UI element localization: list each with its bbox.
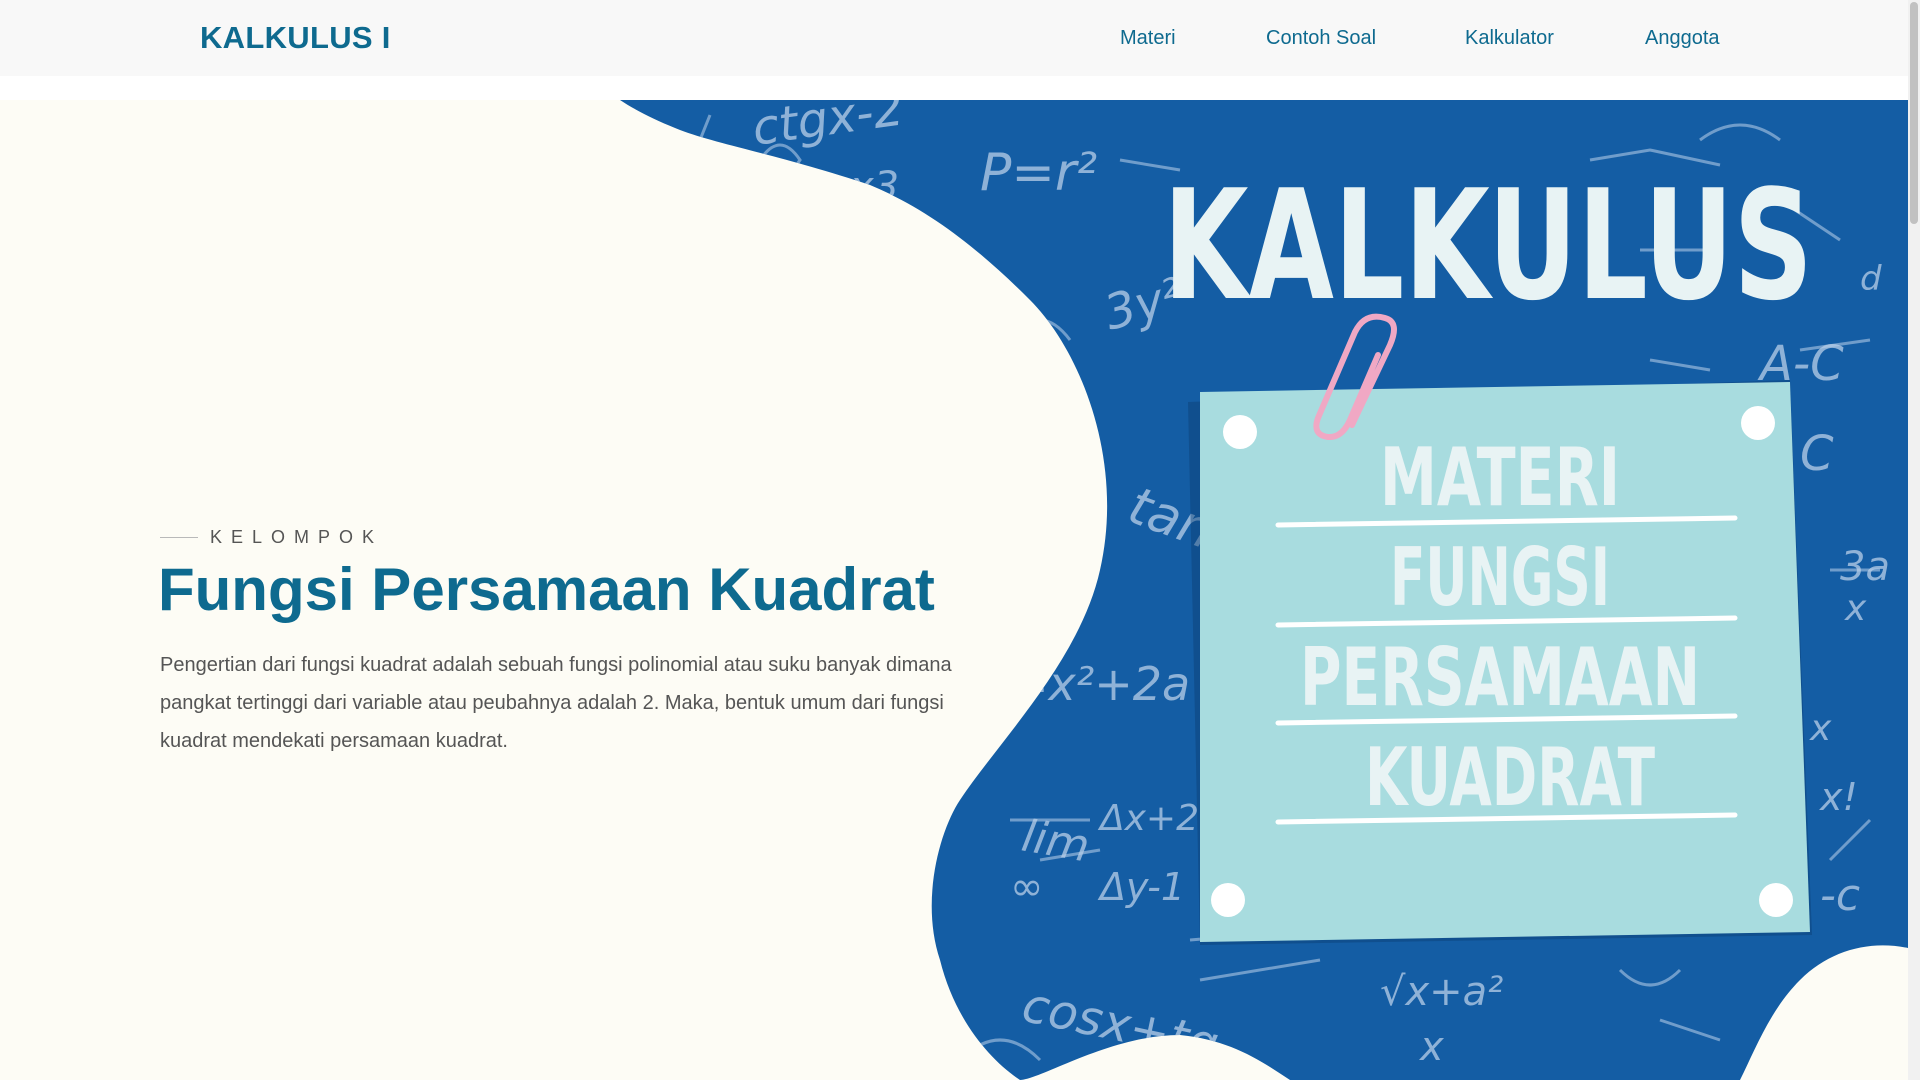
hero-title: Fungsi Persamaan Kuadrat: [158, 556, 935, 623]
nav-link-anggota[interactable]: Anggota: [1645, 0, 1720, 76]
hero-section: ctgx-2 x3 P=r² 3y² tan =x²+2a lim Δx+2 Δ…: [0, 100, 1908, 1080]
scrollbar-thumb[interactable]: [1910, 2, 1918, 224]
formula-text: x3: [848, 164, 899, 210]
hero-description: Pengertian dari fungsi kuadrat adalah se…: [160, 654, 952, 752]
formula-text: C: [1800, 426, 1834, 482]
eyebrow-divider: [160, 537, 198, 538]
formula-text: ∞: [1010, 864, 1043, 910]
pin-icon: [1223, 415, 1257, 449]
note-line: KUADRAT: [1365, 731, 1655, 824]
formula-text: =x²+2a: [1010, 657, 1190, 711]
nav-link-kalkulator[interactable]: Kalkulator: [1465, 0, 1554, 76]
formula-text: 3a: [1840, 544, 1890, 590]
page-scrollbar[interactable]: [1908, 0, 1920, 1080]
formula-text: √x+a²: [1380, 969, 1503, 1015]
formula-text: x: [1809, 708, 1832, 749]
formula-text: x: [1844, 588, 1867, 629]
note-line: MATERI: [1380, 431, 1620, 524]
nav-link-contoh-soal[interactable]: Contoh Soal: [1266, 0, 1376, 76]
formula-text: Δx+2: [1097, 798, 1199, 839]
pin-icon: [1211, 883, 1245, 917]
formula-text: -c: [1820, 870, 1860, 921]
formula-text: Δy-1: [1097, 865, 1185, 909]
formula-text: x: [1418, 1024, 1444, 1070]
navbar-spacer: [0, 76, 1908, 100]
nav-link-materi[interactable]: Materi: [1120, 0, 1176, 76]
formula-text: P=r²: [980, 143, 1097, 203]
formula-text: x!: [1819, 775, 1858, 819]
banner-heading: KALKULUS: [1163, 157, 1813, 334]
nav-menu: Materi Contoh Soal Kalkulator Anggota: [0, 0, 1908, 76]
note-line: PERSAMAAN: [1300, 631, 1700, 724]
eyebrow-label: KELOMPOK: [210, 527, 384, 547]
formula-text: d: [1860, 259, 1882, 299]
pin-icon: [1759, 883, 1793, 917]
note-line: FUNGSI: [1390, 531, 1610, 624]
navbar: KALKULUS I Materi Contoh Soal Kalkulator…: [0, 0, 1908, 76]
pin-icon: [1741, 406, 1775, 440]
eyebrow: KELOMPOK: [160, 527, 383, 548]
